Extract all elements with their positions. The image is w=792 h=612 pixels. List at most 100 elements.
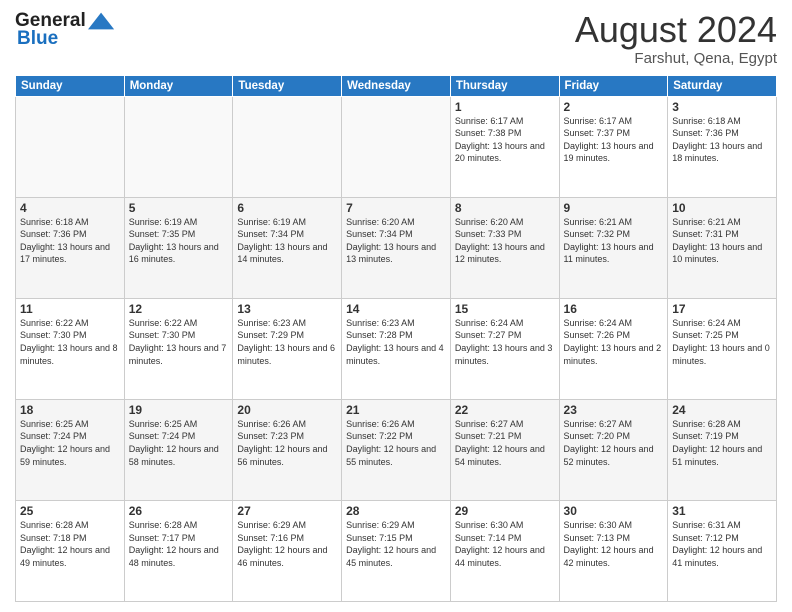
table-row: 8Sunrise: 6:20 AMSunset: 7:33 PMDaylight… <box>450 197 559 298</box>
day-number: 16 <box>564 302 664 316</box>
day-number: 31 <box>672 504 772 518</box>
day-number: 1 <box>455 100 555 114</box>
day-number: 4 <box>20 201 120 215</box>
day-info: Sunrise: 6:18 AMSunset: 7:36 PMDaylight:… <box>672 115 772 165</box>
day-info: Sunrise: 6:21 AMSunset: 7:32 PMDaylight:… <box>564 216 664 266</box>
day-info: Sunrise: 6:25 AMSunset: 7:24 PMDaylight:… <box>20 418 120 468</box>
table-row: 1Sunrise: 6:17 AMSunset: 7:38 PMDaylight… <box>450 96 559 197</box>
day-info: Sunrise: 6:20 AMSunset: 7:34 PMDaylight:… <box>346 216 446 266</box>
day-info: Sunrise: 6:26 AMSunset: 7:23 PMDaylight:… <box>237 418 337 468</box>
col-friday: Friday <box>559 75 668 96</box>
day-info: Sunrise: 6:26 AMSunset: 7:22 PMDaylight:… <box>346 418 446 468</box>
col-wednesday: Wednesday <box>342 75 451 96</box>
day-info: Sunrise: 6:23 AMSunset: 7:28 PMDaylight:… <box>346 317 446 367</box>
day-info: Sunrise: 6:18 AMSunset: 7:36 PMDaylight:… <box>20 216 120 266</box>
day-number: 7 <box>346 201 446 215</box>
table-row: 16Sunrise: 6:24 AMSunset: 7:26 PMDayligh… <box>559 298 668 399</box>
calendar-week-row: 11Sunrise: 6:22 AMSunset: 7:30 PMDayligh… <box>16 298 777 399</box>
day-info: Sunrise: 6:17 AMSunset: 7:37 PMDaylight:… <box>564 115 664 165</box>
day-info: Sunrise: 6:28 AMSunset: 7:19 PMDaylight:… <box>672 418 772 468</box>
table-row: 30Sunrise: 6:30 AMSunset: 7:13 PMDayligh… <box>559 500 668 601</box>
day-number: 5 <box>129 201 229 215</box>
day-info: Sunrise: 6:29 AMSunset: 7:15 PMDaylight:… <box>346 519 446 569</box>
day-number: 8 <box>455 201 555 215</box>
day-info: Sunrise: 6:29 AMSunset: 7:16 PMDaylight:… <box>237 519 337 569</box>
table-row: 28Sunrise: 6:29 AMSunset: 7:15 PMDayligh… <box>342 500 451 601</box>
table-row: 12Sunrise: 6:22 AMSunset: 7:30 PMDayligh… <box>124 298 233 399</box>
col-tuesday: Tuesday <box>233 75 342 96</box>
calendar-header-row: Sunday Monday Tuesday Wednesday Thursday… <box>16 75 777 96</box>
col-thursday: Thursday <box>450 75 559 96</box>
day-info: Sunrise: 6:30 AMSunset: 7:13 PMDaylight:… <box>564 519 664 569</box>
day-number: 23 <box>564 403 664 417</box>
calendar-page: General Blue August 2024 Farshut, Qena, … <box>0 0 792 612</box>
table-row: 18Sunrise: 6:25 AMSunset: 7:24 PMDayligh… <box>16 399 125 500</box>
calendar-body: 1Sunrise: 6:17 AMSunset: 7:38 PMDaylight… <box>16 96 777 601</box>
day-info: Sunrise: 6:21 AMSunset: 7:31 PMDaylight:… <box>672 216 772 266</box>
table-row: 7Sunrise: 6:20 AMSunset: 7:34 PMDaylight… <box>342 197 451 298</box>
day-number: 15 <box>455 302 555 316</box>
day-number: 17 <box>672 302 772 316</box>
day-number: 14 <box>346 302 446 316</box>
day-number: 10 <box>672 201 772 215</box>
day-number: 3 <box>672 100 772 114</box>
logo-blue: Blue <box>17 28 58 49</box>
table-row: 4Sunrise: 6:18 AMSunset: 7:36 PMDaylight… <box>16 197 125 298</box>
day-info: Sunrise: 6:27 AMSunset: 7:20 PMDaylight:… <box>564 418 664 468</box>
day-info: Sunrise: 6:27 AMSunset: 7:21 PMDaylight:… <box>455 418 555 468</box>
table-row: 24Sunrise: 6:28 AMSunset: 7:19 PMDayligh… <box>668 399 777 500</box>
table-row: 31Sunrise: 6:31 AMSunset: 7:12 PMDayligh… <box>668 500 777 601</box>
table-row: 29Sunrise: 6:30 AMSunset: 7:14 PMDayligh… <box>450 500 559 601</box>
day-info: Sunrise: 6:28 AMSunset: 7:18 PMDaylight:… <box>20 519 120 569</box>
day-number: 22 <box>455 403 555 417</box>
day-info: Sunrise: 6:24 AMSunset: 7:26 PMDaylight:… <box>564 317 664 367</box>
table-row: 11Sunrise: 6:22 AMSunset: 7:30 PMDayligh… <box>16 298 125 399</box>
day-info: Sunrise: 6:19 AMSunset: 7:35 PMDaylight:… <box>129 216 229 266</box>
day-info: Sunrise: 6:30 AMSunset: 7:14 PMDaylight:… <box>455 519 555 569</box>
table-row: 9Sunrise: 6:21 AMSunset: 7:32 PMDaylight… <box>559 197 668 298</box>
table-row: 25Sunrise: 6:28 AMSunset: 7:18 PMDayligh… <box>16 500 125 601</box>
day-number: 21 <box>346 403 446 417</box>
day-info: Sunrise: 6:23 AMSunset: 7:29 PMDaylight:… <box>237 317 337 367</box>
table-row: 14Sunrise: 6:23 AMSunset: 7:28 PMDayligh… <box>342 298 451 399</box>
table-row <box>16 96 125 197</box>
table-row: 20Sunrise: 6:26 AMSunset: 7:23 PMDayligh… <box>233 399 342 500</box>
logo: General Blue <box>15 10 118 50</box>
day-number: 9 <box>564 201 664 215</box>
day-number: 26 <box>129 504 229 518</box>
day-info: Sunrise: 6:24 AMSunset: 7:25 PMDaylight:… <box>672 317 772 367</box>
calendar-week-row: 18Sunrise: 6:25 AMSunset: 7:24 PMDayligh… <box>16 399 777 500</box>
location-subtitle: Farshut, Qena, Egypt <box>575 50 777 67</box>
day-info: Sunrise: 6:24 AMSunset: 7:27 PMDaylight:… <box>455 317 555 367</box>
day-number: 11 <box>20 302 120 316</box>
title-block: August 2024 Farshut, Qena, Egypt <box>575 10 777 67</box>
table-row: 6Sunrise: 6:19 AMSunset: 7:34 PMDaylight… <box>233 197 342 298</box>
table-row: 23Sunrise: 6:27 AMSunset: 7:20 PMDayligh… <box>559 399 668 500</box>
day-number: 30 <box>564 504 664 518</box>
logo-icon <box>88 10 116 32</box>
calendar-week-row: 1Sunrise: 6:17 AMSunset: 7:38 PMDaylight… <box>16 96 777 197</box>
col-sunday: Sunday <box>16 75 125 96</box>
day-number: 25 <box>20 504 120 518</box>
table-row: 21Sunrise: 6:26 AMSunset: 7:22 PMDayligh… <box>342 399 451 500</box>
day-number: 27 <box>237 504 337 518</box>
day-number: 2 <box>564 100 664 114</box>
day-info: Sunrise: 6:22 AMSunset: 7:30 PMDaylight:… <box>20 317 120 367</box>
day-number: 20 <box>237 403 337 417</box>
day-info: Sunrise: 6:19 AMSunset: 7:34 PMDaylight:… <box>237 216 337 266</box>
header: General Blue August 2024 Farshut, Qena, … <box>15 10 777 67</box>
col-monday: Monday <box>124 75 233 96</box>
table-row: 2Sunrise: 6:17 AMSunset: 7:37 PMDaylight… <box>559 96 668 197</box>
day-info: Sunrise: 6:25 AMSunset: 7:24 PMDaylight:… <box>129 418 229 468</box>
day-info: Sunrise: 6:20 AMSunset: 7:33 PMDaylight:… <box>455 216 555 266</box>
day-number: 6 <box>237 201 337 215</box>
col-saturday: Saturday <box>668 75 777 96</box>
day-number: 18 <box>20 403 120 417</box>
day-number: 24 <box>672 403 772 417</box>
table-row <box>233 96 342 197</box>
day-info: Sunrise: 6:22 AMSunset: 7:30 PMDaylight:… <box>129 317 229 367</box>
table-row <box>124 96 233 197</box>
table-row: 15Sunrise: 6:24 AMSunset: 7:27 PMDayligh… <box>450 298 559 399</box>
table-row: 27Sunrise: 6:29 AMSunset: 7:16 PMDayligh… <box>233 500 342 601</box>
table-row: 3Sunrise: 6:18 AMSunset: 7:36 PMDaylight… <box>668 96 777 197</box>
